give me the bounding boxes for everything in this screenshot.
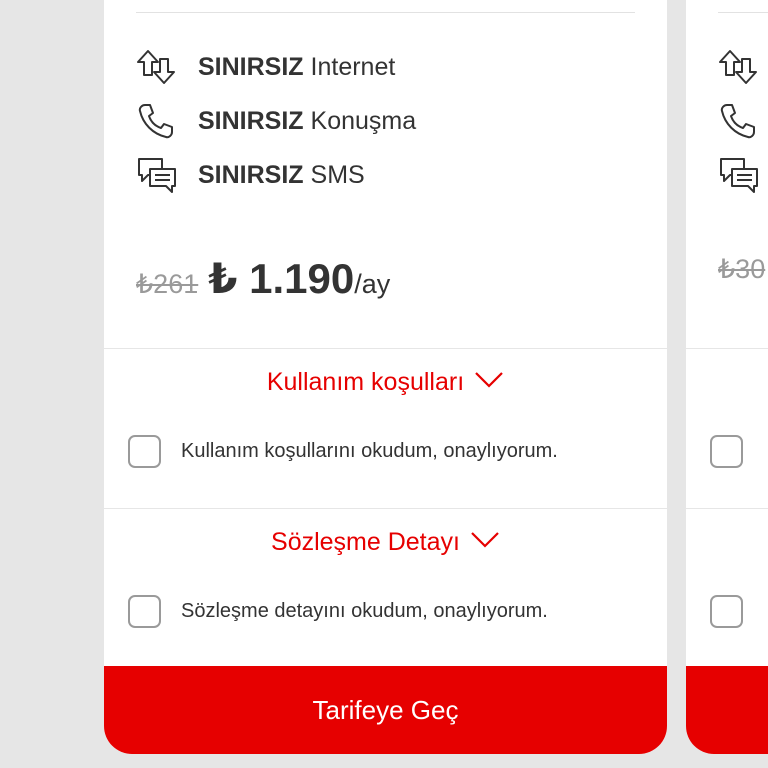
contract-checkbox-label: Sözleşme detayını okudum, onaylıyorum. (181, 600, 548, 622)
switch-tariff-button[interactable] (686, 666, 768, 754)
feature-sms (718, 155, 760, 195)
divider (104, 348, 667, 349)
divider (718, 12, 768, 13)
data-transfer-icon (718, 47, 760, 87)
contract-accordion-toggle[interactable]: Sözleşme Detayı (104, 528, 667, 557)
old-price: ₺261 (136, 269, 199, 299)
feature-sms-label: SMS (303, 160, 365, 189)
chevron-down-icon (470, 526, 500, 555)
contract-consent-row (710, 595, 743, 628)
old-price: ₺30 (718, 254, 766, 284)
divider (686, 348, 768, 349)
terms-consent-row: Kullanım koşullarını okudum, onaylıyorum… (128, 435, 558, 468)
current-price: ₺ 1.190 (208, 255, 355, 302)
feature-internet-label: Internet (303, 52, 396, 81)
feature-internet-bold: SINIRSIZ (198, 52, 304, 81)
divider (104, 508, 667, 509)
chevron-down-icon (474, 366, 504, 395)
phone-icon (718, 101, 760, 141)
contract-consent-row: Sözleşme detayını okudum, onaylıyorum. (128, 595, 548, 628)
feature-call-label: Konuşma (303, 106, 417, 135)
price-row: ₺30 (718, 254, 768, 314)
feature-call-bold: SINIRSIZ (198, 106, 304, 135)
plan-carousel[interactable]: SINIRSIZ Internet SINIRSIZ Konuşma SINIR… (0, 0, 768, 768)
terms-checkbox[interactable] (128, 435, 161, 468)
switch-tariff-button[interactable]: Tarifeye Geç (104, 666, 667, 754)
feature-sms: SINIRSIZ SMS (136, 155, 365, 195)
terms-checkbox[interactable] (710, 435, 743, 468)
contract-checkbox[interactable] (128, 595, 161, 628)
chat-icon (718, 155, 760, 195)
feature-call (718, 101, 760, 141)
contract-checkbox[interactable] (710, 595, 743, 628)
tariff-card-next[interactable]: ₺30 (686, 0, 768, 754)
phone-icon (136, 101, 178, 141)
feature-internet (718, 47, 760, 87)
chat-icon (136, 155, 178, 195)
tariff-card: SINIRSIZ Internet SINIRSIZ Konuşma SINIR… (104, 0, 667, 754)
data-transfer-icon (136, 47, 178, 87)
terms-title: Kullanım koşulları (266, 368, 465, 396)
terms-accordion-toggle[interactable]: Kullanım koşulları (104, 368, 667, 397)
divider (686, 508, 768, 509)
feature-internet: SINIRSIZ Internet (136, 47, 395, 87)
price-row: ₺261 ₺ 1.190 /ay (136, 254, 390, 314)
feature-sms-bold: SINIRSIZ (198, 160, 304, 189)
terms-consent-row (710, 435, 743, 468)
price-period: /ay (354, 269, 391, 299)
divider (136, 12, 635, 13)
feature-call: SINIRSIZ Konuşma (136, 101, 416, 141)
terms-checkbox-label: Kullanım koşullarını okudum, onaylıyorum… (181, 440, 558, 462)
contract-title: Sözleşme Detayı (271, 528, 460, 556)
